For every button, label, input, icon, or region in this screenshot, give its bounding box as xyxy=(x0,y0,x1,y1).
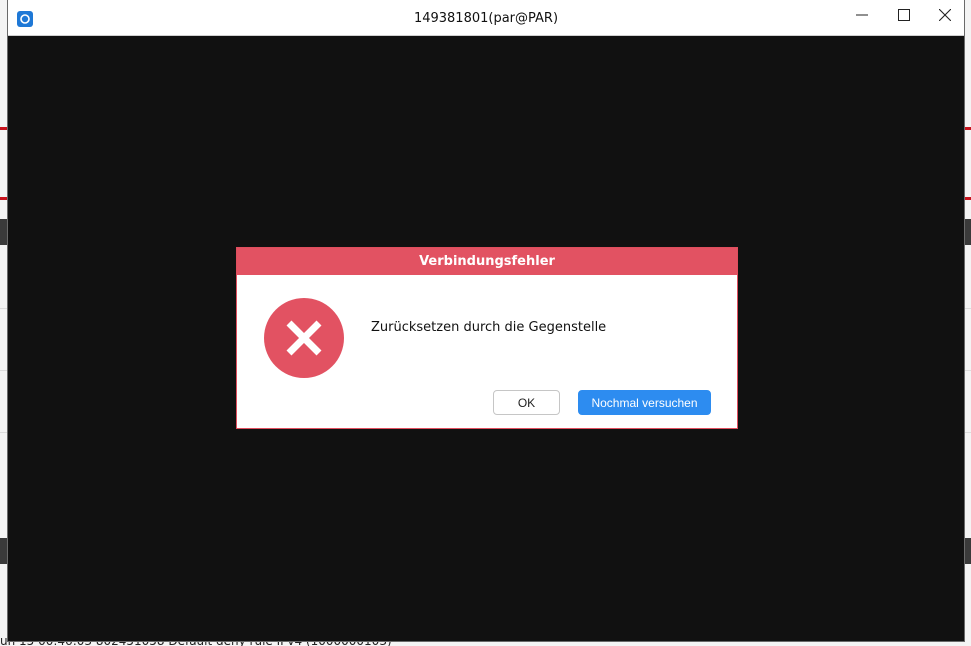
minimize-button[interactable] xyxy=(842,0,882,32)
close-icon xyxy=(939,9,951,21)
window-title: 149381801(par@PAR) xyxy=(413,11,559,26)
connection-error-dialog: Verbindungsfehler Zurücksetzen durch die… xyxy=(236,247,738,429)
maximize-icon xyxy=(898,9,910,21)
close-button[interactable] xyxy=(925,0,965,32)
error-x-icon xyxy=(264,298,344,378)
dialog-title: Verbindungsfehler xyxy=(237,248,737,275)
ok-button[interactable]: OK xyxy=(493,390,560,415)
maximize-button[interactable] xyxy=(884,0,924,32)
retry-button[interactable]: Nochmal versuchen xyxy=(578,390,711,415)
title-bar[interactable]: 149381801(par@PAR) xyxy=(8,0,964,36)
minimize-icon xyxy=(856,14,868,16)
error-message: Zurücksetzen durch die Gegenstelle xyxy=(371,320,607,335)
